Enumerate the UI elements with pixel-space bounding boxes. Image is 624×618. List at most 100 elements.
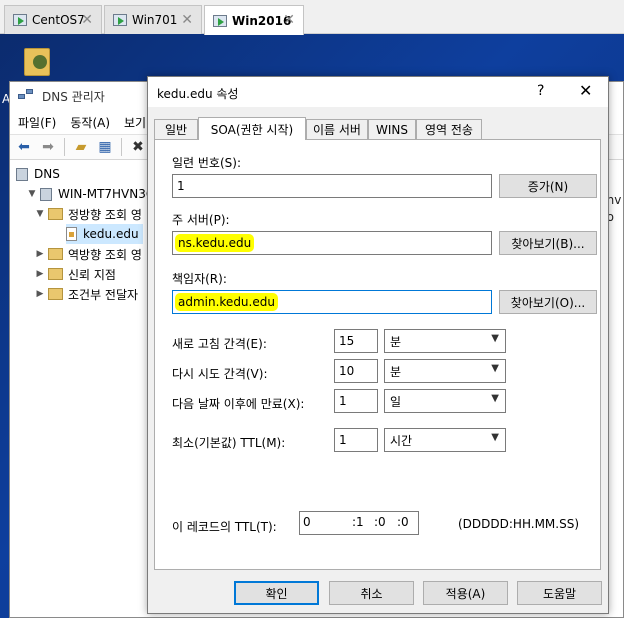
tree-item-label: 정방향 조회 영 [68,207,142,222]
record-ttl-format-hint: (DDDDD:HH.MM.SS) [458,517,580,531]
dns-manager-title: DNS 관리자 [42,89,105,104]
tree-item-label: 신뢰 지점 [68,267,116,282]
record-ttl-days[interactable]: 0 [303,515,311,529]
delete-icon[interactable]: ✖ [128,137,148,157]
dialog-titlebar: kedu.edu 속성 ? ✕ [148,77,608,107]
vm-tab-strip: CentOS7 ✕ Win701 ✕ Win2016 ✕ [0,0,624,35]
browse-responsible-person-button[interactable]: 찾아보기(O)... [499,290,597,314]
record-ttl-minutes[interactable]: :0 [374,515,386,529]
chevron-down-icon: ▼ [491,432,499,443]
refresh-interval-label: 새로 고침 간격(E): [172,337,267,351]
vm-tab-win701[interactable]: Win701 ✕ [104,5,202,34]
vm-play-icon [213,14,227,27]
close-icon[interactable]: ✕ [181,12,193,28]
tree-item-label: 조건부 전달자 [68,287,139,302]
record-ttl-label: 이 레코드의 TTL(T): [172,520,277,534]
apply-button[interactable]: 적용(A) [423,581,508,605]
dns-manager-icon [18,89,36,103]
show-hide-tree-icon[interactable]: ▦ [95,137,115,157]
refresh-interval-unit: 분 [390,334,402,349]
tab-name-servers[interactable]: 이름 서버 [306,119,368,139]
help-icon[interactable]: ? [537,83,544,99]
toolbar-separator [64,138,65,156]
tree-item-label: 역방향 조회 영 [68,247,142,262]
dns-server-icon [16,167,28,181]
record-ttl-seconds[interactable]: :0 [397,515,409,529]
collapsed-chevron-icon[interactable]: ▶ [34,269,46,279]
minimum-ttl-unit-select[interactable]: 시간 ▼ [384,428,506,452]
chevron-down-icon: ▼ [491,333,499,344]
tab-wins[interactable]: WINS [368,119,416,139]
folder-icon [48,208,63,220]
serial-number-input[interactable] [172,174,492,198]
expire-after-unit-select[interactable]: 일 ▼ [384,389,506,413]
chevron-down-icon: ▼ [491,393,499,404]
browse-primary-server-button[interactable]: 찾아보기(B)... [499,231,597,255]
zone-properties-dialog: kedu.edu 속성 ? ✕ 일반 SOA(권한 시작) 이름 서버 WINS… [147,76,609,614]
tab-soa[interactable]: SOA(권한 시작) [198,117,306,140]
soa-tab-panel: 일련 번호(S): 증가(N) 주 서버(P): ns.kedu.edu 찾아보… [154,139,601,570]
record-ttl-input[interactable]: 0 :1 :0 :0 [299,511,419,535]
vm-tab-label: CentOS7 [32,13,85,27]
responsible-person-input[interactable]: admin.kedu.edu [172,290,492,314]
cancel-button[interactable]: 취소 [329,581,414,605]
tree-item-kedu-edu[interactable]: kedu.edu [66,224,143,244]
collapsed-chevron-icon[interactable]: ▶ [34,289,46,299]
minimum-ttl-input[interactable] [334,428,378,452]
menu-file[interactable]: 파일(F) [18,114,56,131]
record-ttl-hours[interactable]: :1 [352,515,364,529]
expanded-chevron-icon[interactable]: ▼ [34,209,46,219]
tree-item-reverse-zones[interactable]: ▶ 역방향 조회 영 [34,244,142,264]
close-icon[interactable]: ✕ [283,12,295,28]
tab-general[interactable]: 일반 [154,119,198,139]
responsible-person-value: admin.kedu.edu [175,293,278,311]
help-button[interactable]: 도움말 [517,581,602,605]
tree-item-label: DNS [34,167,60,181]
retry-interval-label: 다시 시도 간격(V): [172,367,268,381]
server-icon [40,187,52,201]
folder-icon [48,248,63,260]
tree-item-server[interactable]: ▼ WIN-MT7HVN3O [26,184,156,204]
tree-item-dns[interactable]: DNS [16,164,60,184]
tree-item-trust-points[interactable]: ▶ 신뢰 지점 [34,264,116,284]
expanded-chevron-icon[interactable]: ▼ [26,189,38,199]
desktop-user-icon [33,55,47,69]
folder-icon [48,288,63,300]
menu-action[interactable]: 동작(A) [70,114,110,131]
primary-server-input[interactable]: ns.kedu.edu [172,231,492,255]
vm-play-icon [113,14,127,26]
vm-tab-win2016[interactable]: Win2016 ✕ [204,5,304,35]
dialog-title: kedu.edu 속성 [157,87,239,101]
close-icon[interactable]: ✕ [81,12,93,28]
minimum-ttl-label: 최소(기본값) TTL(M): [172,436,286,450]
expire-after-unit: 일 [390,394,402,409]
minimum-ttl-unit: 시간 [390,433,413,448]
responsible-person-label: 책임자(R): [172,272,227,286]
primary-server-value: ns.kedu.edu [175,234,255,252]
folder-icon [48,268,63,280]
tab-zone-transfers[interactable]: 영역 전송 [416,119,482,139]
expire-after-input[interactable] [334,389,378,413]
refresh-interval-unit-select[interactable]: 분 ▼ [384,329,506,353]
retry-interval-unit-select[interactable]: 분 ▼ [384,359,506,383]
vm-play-icon [13,14,27,26]
chevron-down-icon: ▼ [491,363,499,374]
serial-label: 일련 번호(S): [172,156,241,170]
expire-after-label: 다음 날짜 이후에 만료(X): [172,397,305,411]
zone-file-icon [66,227,77,241]
vm-tab-centos7[interactable]: CentOS7 ✕ [4,5,102,34]
ok-button[interactable]: 확인 [234,581,319,605]
up-folder-icon[interactable]: ▰ [71,137,91,157]
collapsed-chevron-icon[interactable]: ▶ [34,249,46,259]
increment-button[interactable]: 증가(N) [499,174,597,198]
close-icon[interactable]: ✕ [579,81,592,100]
vm-tab-label: Win701 [132,13,178,27]
forward-arrow-icon[interactable]: ➡ [38,137,58,157]
retry-interval-input[interactable] [334,359,378,383]
primary-server-label: 주 서버(P): [172,213,230,227]
tree-item-conditional-forwarders[interactable]: ▶ 조건부 전달자 [34,284,139,304]
refresh-interval-input[interactable] [334,329,378,353]
back-arrow-icon[interactable]: ⬅ [14,137,34,157]
menu-view[interactable]: 보기 [124,114,146,131]
tree-item-forward-zones[interactable]: ▼ 정방향 조회 영 [34,204,142,224]
